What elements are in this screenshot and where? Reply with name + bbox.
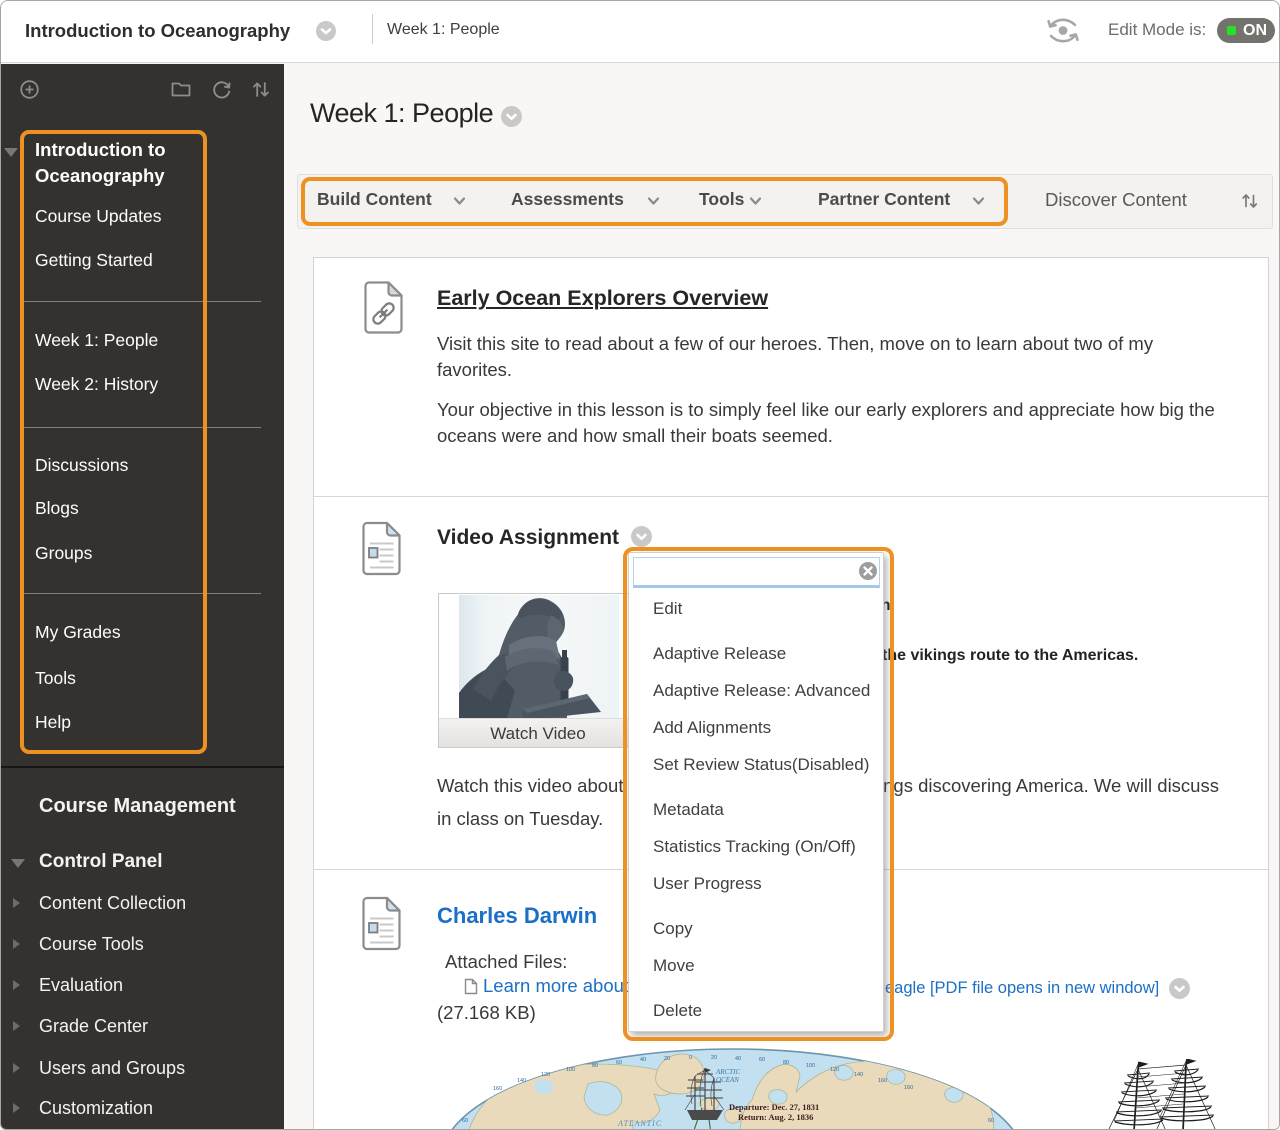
svg-text:100: 100 — [566, 1067, 575, 1073]
svg-text:140: 140 — [517, 1078, 526, 1084]
svg-text:20: 20 — [664, 1056, 670, 1062]
svg-text:80: 80 — [783, 1060, 789, 1066]
svg-text:OCEAN: OCEAN — [716, 1076, 739, 1084]
svg-text:0: 0 — [689, 1055, 692, 1061]
svg-text:100: 100 — [806, 1063, 815, 1069]
svg-text:60: 60 — [462, 1118, 468, 1124]
svg-text:60: 60 — [759, 1057, 765, 1063]
svg-text:160: 160 — [493, 1086, 502, 1092]
svg-text:120: 120 — [541, 1072, 550, 1078]
svg-text:40: 40 — [640, 1057, 646, 1063]
svg-text:120: 120 — [830, 1067, 839, 1073]
svg-text:60: 60 — [616, 1060, 622, 1066]
svg-text:40: 40 — [735, 1056, 741, 1062]
svg-text:Departure: Dec. 27, 1831: Departure: Dec. 27, 1831 — [729, 1102, 819, 1112]
svg-text:Return: Aug. 2, 1836: Return: Aug. 2, 1836 — [738, 1112, 813, 1122]
svg-text:20: 20 — [711, 1055, 717, 1061]
svg-text:80: 80 — [592, 1063, 598, 1069]
svg-text:160: 160 — [878, 1078, 887, 1084]
svg-text:140: 140 — [854, 1072, 863, 1078]
svg-text:ATLANTIC: ATLANTIC — [617, 1119, 662, 1128]
svg-text:60: 60 — [988, 1118, 994, 1124]
svg-text:160: 160 — [904, 1085, 913, 1091]
svg-text:ARCTIC: ARCTIC — [715, 1068, 740, 1076]
